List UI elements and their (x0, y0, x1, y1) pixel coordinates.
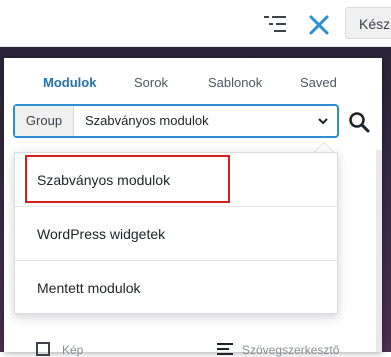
dropdown-caret (314, 142, 334, 152)
dropdown-option-wordpress-widgetek[interactable]: WordPress widgetek (15, 207, 337, 261)
group-dropdown-menu: Szabványos modulok WordPress widgetek Me… (14, 152, 338, 315)
tab-modulok[interactable]: Modulok (43, 75, 96, 90)
search-icon[interactable] (348, 111, 370, 133)
module-kep[interactable]: Kép (62, 343, 83, 357)
module-szovegszerkeszto[interactable]: Szövegszerkesztő (242, 343, 339, 357)
group-selected-value: Szabványos modulok (85, 113, 209, 128)
top-toolbar: Kész (0, 0, 391, 47)
text-editor-icon (217, 343, 233, 355)
dropdown-option-mentett-modulok[interactable]: Mentett modulok (15, 261, 337, 315)
tab-saved[interactable]: Saved (300, 75, 337, 90)
group-select[interactable]: Group Szabványos modulok (14, 105, 338, 137)
panel-scrollbar[interactable] (376, 150, 382, 352)
highlight-box (25, 155, 230, 203)
list-view-icon[interactable] (263, 13, 287, 35)
tab-sorok[interactable]: Sorok (134, 75, 168, 90)
image-icon (36, 342, 50, 356)
group-prefix-label: Group (15, 106, 74, 136)
chevron-down-icon (318, 118, 328, 125)
done-button[interactable]: Kész (345, 7, 391, 39)
tab-sablonok[interactable]: Sablonok (208, 75, 262, 90)
close-icon[interactable] (308, 14, 330, 36)
panel-tabs: Modulok Sorok Sablonok Saved (4, 58, 382, 104)
